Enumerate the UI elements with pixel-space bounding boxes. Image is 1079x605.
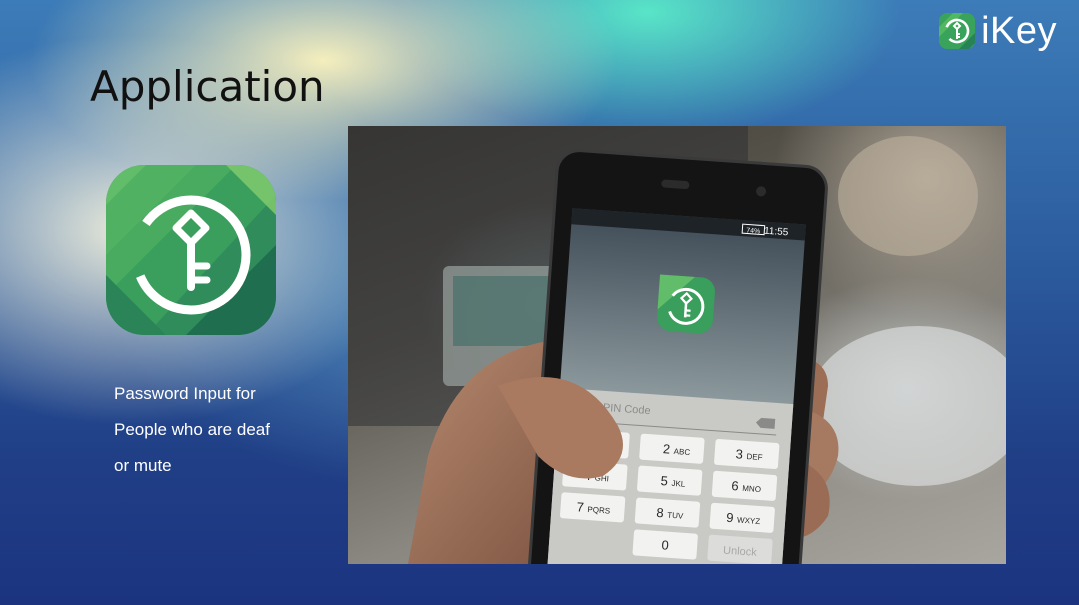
phone-photo: 11:55 74% Enter PIN Code 1 2 [348,126,1006,564]
svg-text:9: 9 [726,510,734,525]
description-line: Password Input for [114,384,256,403]
keypad-key[interactable]: 0 [632,529,698,560]
description: Password Input for People who are deaf o… [114,376,314,484]
svg-text:JKL: JKL [671,479,686,489]
svg-text:6: 6 [731,478,739,493]
status-time: 11:55 [764,226,789,239]
svg-text:WXYZ: WXYZ [737,515,761,526]
keypad-key[interactable]: 8 TUV [634,497,701,528]
keypad-key[interactable]: 9 WXYZ [709,502,775,533]
ikey-app-icon [106,165,276,335]
ikey-logo-icon [939,13,976,49]
svg-text:2: 2 [662,441,670,456]
svg-text:7: 7 [576,499,584,514]
unlock-button[interactable]: Unlock [707,534,773,564]
battery-level: 74% [746,227,760,235]
svg-text:TUV: TUV [667,511,684,521]
brand-logo: iKey [939,12,1057,50]
svg-text:PQRS: PQRS [587,505,610,516]
keypad-key[interactable]: 6 MNO [711,470,778,501]
keypad-key[interactable]: 5 JKL [637,465,703,496]
phone-photo-drawing: 11:55 74% Enter PIN Code 1 2 [348,126,1006,564]
keypad-key[interactable]: 3 DEF [714,438,780,469]
svg-text:DEF: DEF [746,452,763,462]
svg-text:MNO: MNO [742,484,761,494]
description-line: People who are deaf [114,420,270,439]
svg-text:5: 5 [660,473,668,488]
svg-text:8: 8 [656,505,664,520]
svg-text:0: 0 [661,537,669,552]
keypad-key[interactable]: 7 PQRS [560,492,626,523]
slide-title: Application [90,62,325,111]
brand-name: iKey [981,10,1057,52]
svg-text:ABC: ABC [673,447,690,457]
keypad-key[interactable]: 2 ABC [639,433,705,464]
svg-text:Unlock: Unlock [723,545,758,559]
svg-text:3: 3 [735,446,743,461]
description-line: or mute [114,456,172,475]
